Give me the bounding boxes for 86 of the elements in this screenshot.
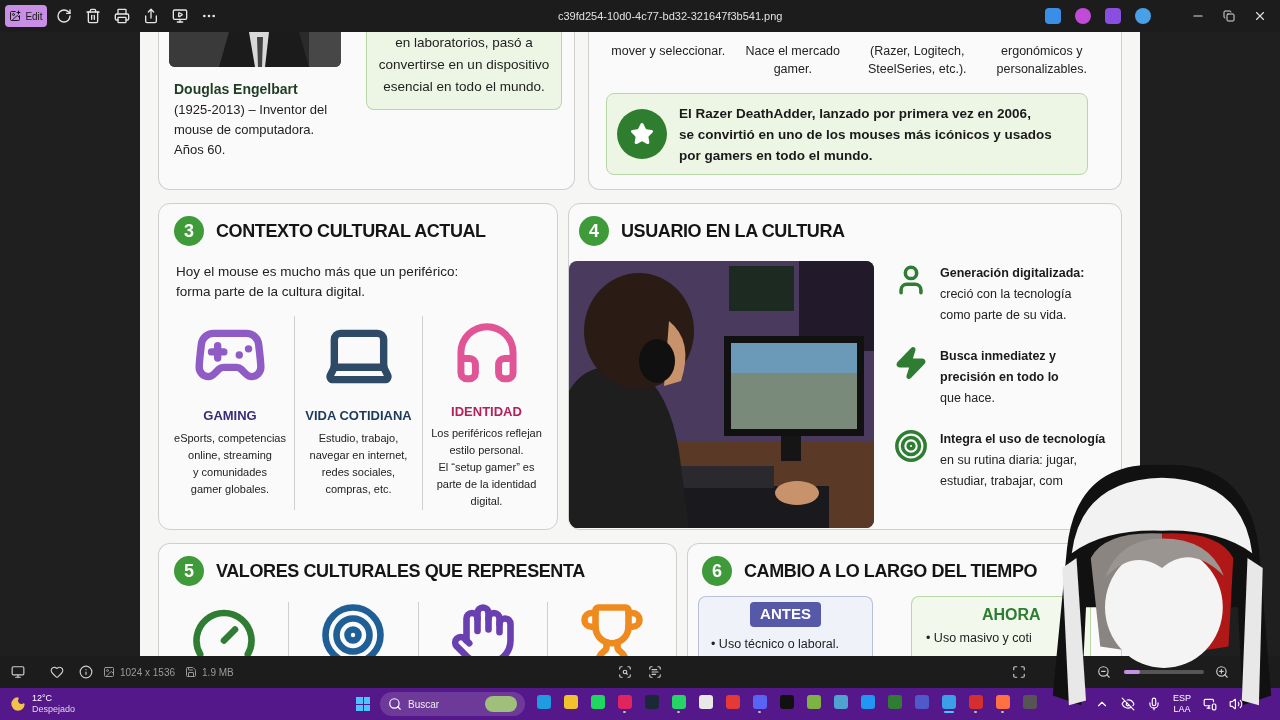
point-title: Generación digitalizada: [940, 265, 1085, 282]
app-icon[interactable] [671, 695, 686, 709]
image-icon [103, 666, 115, 678]
info-icon[interactable] [79, 665, 93, 679]
share-icon[interactable] [143, 8, 159, 24]
after-label: AHORA [982, 605, 1042, 625]
app-icon[interactable] [806, 695, 821, 709]
weather-temp: 12°C [32, 693, 54, 704]
section-number: 3 [174, 216, 204, 246]
column-text: Nace el mercado gamer. [744, 43, 841, 78]
section-intro: Hoy el mouse es mucho más que un periférico: forma parte de la cultura digital. [176, 263, 460, 301]
item-title: GAMING [203, 407, 257, 425]
hidden-icon[interactable] [1121, 697, 1135, 711]
column-text: mover y seleccionar. [610, 43, 727, 60]
app-icon[interactable] [563, 695, 578, 709]
section-title: CAMBIO A LO LARGO DEL TIEMPO [744, 559, 1038, 583]
bullet-text: • Uso masivo y coti [926, 630, 1033, 647]
scan-icon[interactable] [618, 665, 632, 679]
point-title: Busca inmediatez y precisión en todo lo [940, 348, 1059, 386]
fit-icon[interactable] [1012, 665, 1026, 679]
language-text[interactable]: ESP [1173, 693, 1191, 704]
search-highlight-icon [485, 696, 517, 712]
item-text: Los periféricos reflejan estilo personal. El “setup gamer” es parte de la identidad digital. [431, 426, 542, 509]
text-scan-icon[interactable] [648, 665, 662, 679]
person-name: Douglas Engelbart [174, 80, 299, 99]
trophy-icon [578, 602, 645, 656]
item-title: IDENTIDAD [451, 402, 522, 421]
section-title: CONTEXTO CULTURAL ACTUAL [216, 219, 486, 243]
item-title: VIDA COTIDIANA [305, 407, 412, 425]
target-icon [320, 602, 387, 656]
search-icon [388, 697, 402, 711]
rotate-icon[interactable] [56, 8, 72, 24]
start-icon[interactable] [356, 697, 370, 711]
search-field[interactable]: Buscar [380, 692, 525, 716]
image-dimensions: 1024 x 1536 [120, 665, 176, 680]
app-icon[interactable] [1135, 8, 1151, 24]
moon-icon [10, 696, 26, 712]
file-name: c39fd254-10d0-4c77-bd32-321647f3b541.png [558, 8, 783, 24]
point-text: que hace. [940, 390, 996, 407]
edit-button[interactable]: Edit [5, 5, 47, 27]
app-icon[interactable] [833, 695, 848, 709]
note-box: en laboratorios, pasó a convertirse en un dispositivo esencial en todo el mundo. [366, 32, 562, 110]
close-icon[interactable] [1253, 9, 1267, 23]
item-text: Estudio, trabajo, navegar en internet, redes sociales, compras, etc. [309, 430, 408, 497]
volume-icon[interactable] [1229, 697, 1243, 711]
app-icon[interactable] [590, 695, 605, 709]
star-icon [630, 122, 654, 146]
section-title: USUARIO EN LA CULTURA [621, 219, 845, 243]
favorite-icon[interactable] [50, 665, 64, 679]
target-icon [894, 429, 928, 463]
language-text[interactable]: LAA [1173, 704, 1191, 715]
zoom-slider[interactable] [1124, 670, 1204, 674]
column-text: (Razer, Logitech, SteelSeries, etc.). [866, 43, 968, 78]
microphone-icon[interactable] [1147, 697, 1161, 711]
section-number: 5 [174, 556, 204, 586]
section-number: 6 [702, 556, 732, 586]
network-icon[interactable] [1203, 697, 1217, 711]
restore-icon[interactable] [1223, 10, 1235, 22]
hand-icon [449, 602, 516, 656]
app-icon[interactable] [536, 695, 551, 709]
section-number: 4 [579, 216, 609, 246]
file-size-icon [185, 666, 198, 678]
callout-text: El Razer DeathAdder, lanzado por primera vez en 2006, se convirtió en uno de los mouses más icónicos y usados por gamers en todo el mundo. [679, 104, 1052, 165]
section-title: VALORES CULTURALES QUE REPRESENTA [216, 559, 585, 583]
zoom-out-icon[interactable] [1097, 665, 1111, 679]
point-text: en su rutina diaria: jugar, estudiar, trabajar, com [940, 452, 1078, 490]
display-icon[interactable] [11, 665, 25, 679]
item-text: eSports, competencias online, streaming y comunidades gamer globales. [174, 430, 286, 497]
point-text: creció con la tecnología como parte de su vida. [940, 286, 1073, 324]
app-icon[interactable] [698, 695, 713, 709]
file-size: 1.9 MB [202, 665, 234, 680]
app-icon[interactable] [1075, 8, 1091, 24]
print-icon[interactable] [114, 8, 130, 24]
delete-icon[interactable] [85, 8, 101, 24]
weather-condition: Despejado [32, 704, 76, 715]
app-icon[interactable] [941, 695, 956, 709]
column-text: ergonómicos y personalizables. [995, 43, 1088, 78]
slideshow-icon[interactable] [172, 8, 188, 24]
app-icon[interactable] [995, 695, 1010, 709]
point-title: Integra el uso de tecnología [940, 431, 1106, 448]
bullet-text: • Uso técnico o laboral. [711, 635, 840, 653]
lightning-icon [894, 346, 928, 380]
person-caption: (1925-2013) – Inventor del mouse de computadora. Años 60. [174, 101, 329, 159]
edit-icon [9, 10, 22, 22]
before-label: ANTES [750, 602, 821, 627]
zoom-in-icon[interactable] [1215, 665, 1229, 679]
